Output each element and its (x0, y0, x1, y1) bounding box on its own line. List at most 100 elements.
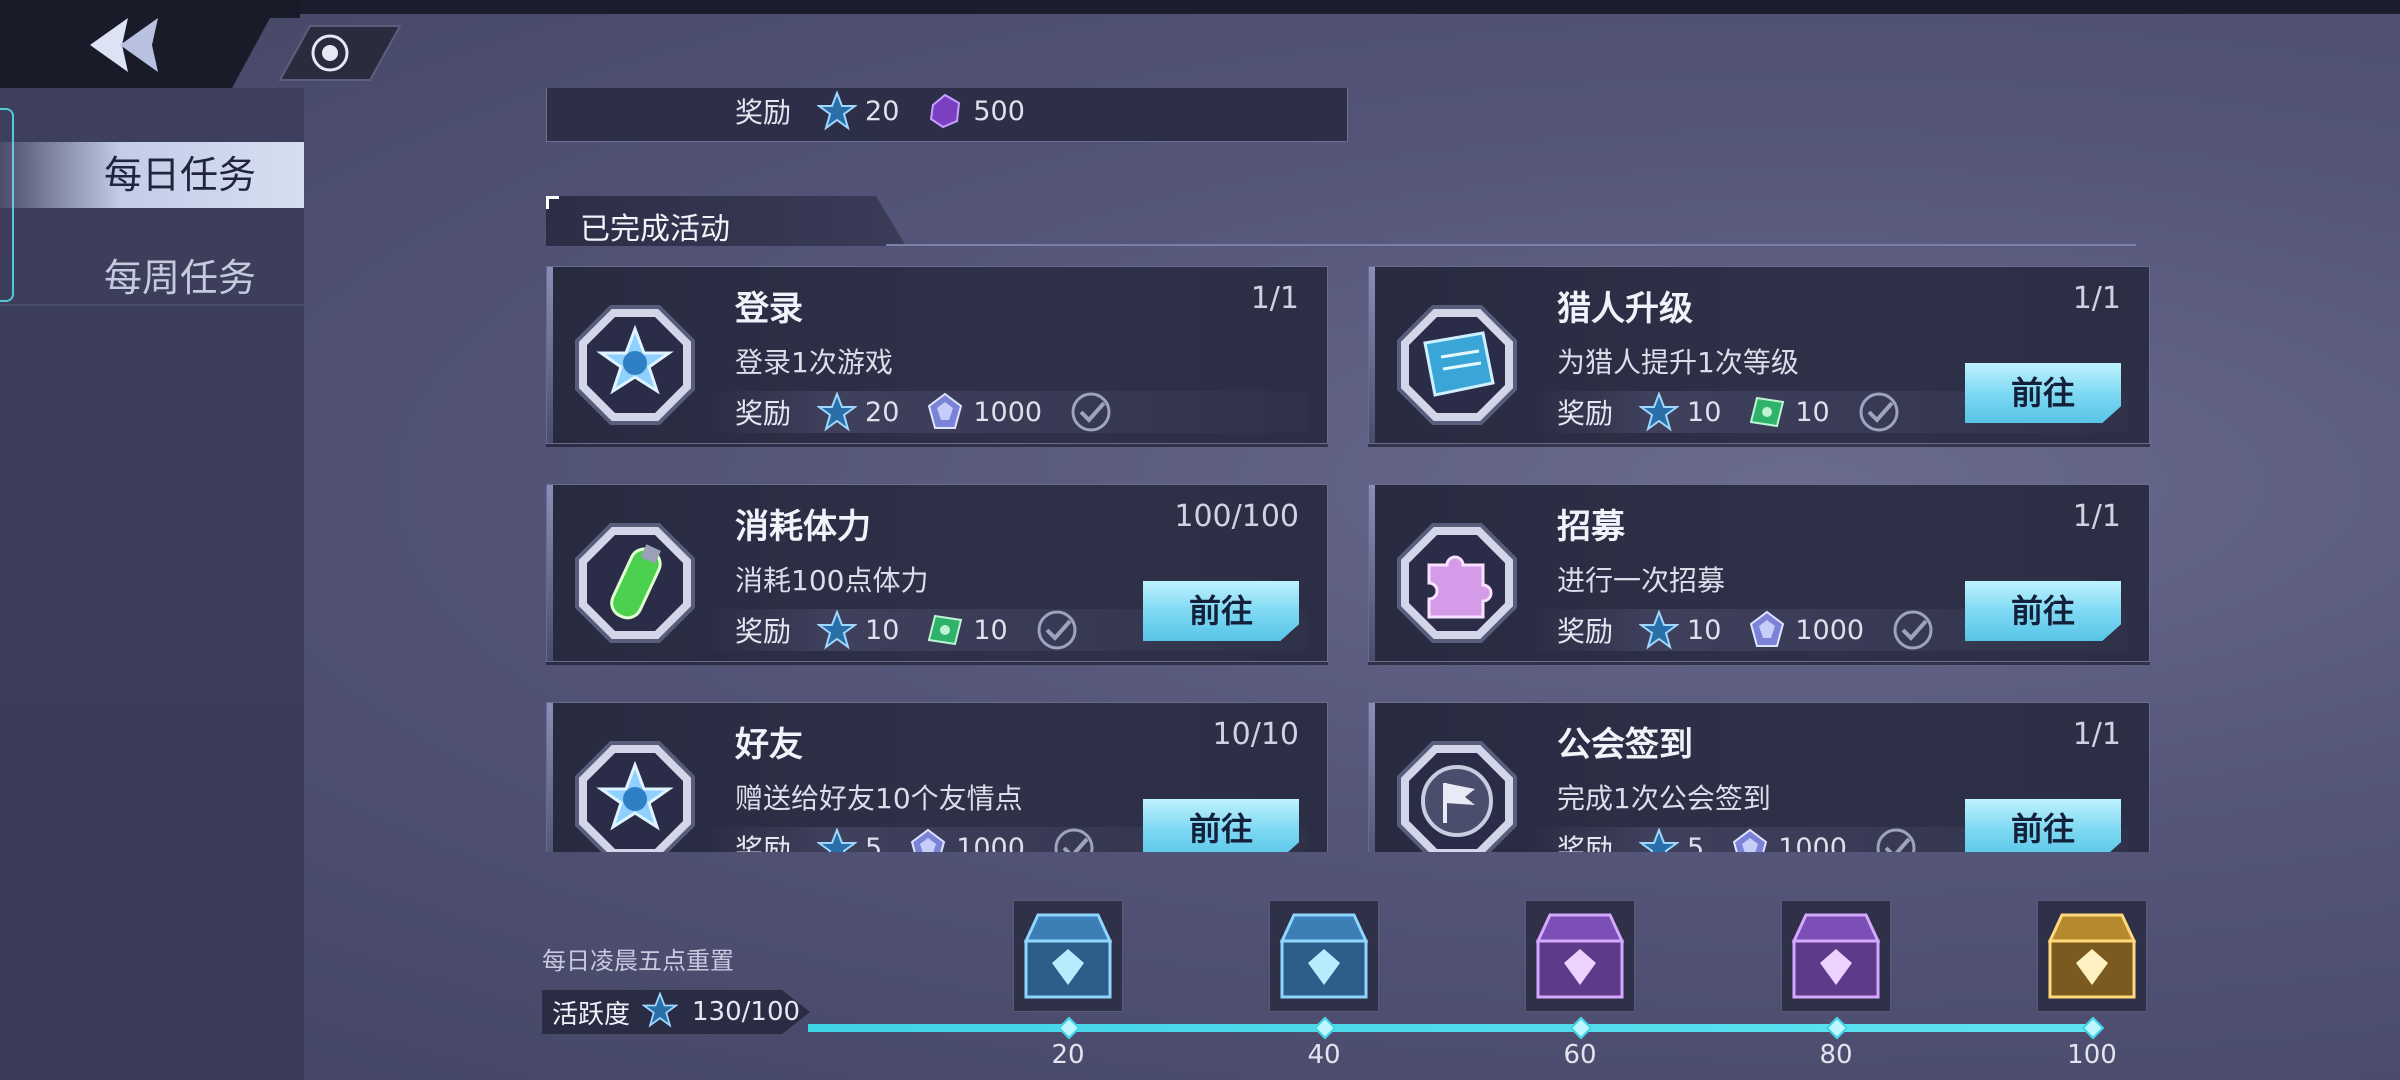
green-ticket-icon (925, 610, 965, 650)
milestone-marker (1057, 1016, 1081, 1040)
milestone-label: 20 (1051, 1040, 1085, 1070)
go-button[interactable]: 前往 (1965, 363, 2121, 423)
sidebar (0, 88, 304, 1080)
reward-label: 奖励 (1557, 833, 1614, 852)
go-button[interactable]: 前往 (1143, 581, 1299, 641)
reward-value: 1000 (1795, 614, 1865, 646)
reward-value: 10 (973, 614, 1008, 646)
diamond-icon (908, 828, 948, 852)
check-icon (1036, 609, 1078, 651)
stamina-potion-icon (573, 521, 697, 645)
record-button[interactable] (250, 18, 410, 88)
tab-weekly-tasks[interactable]: 每周任务 (0, 245, 304, 311)
activity-star-icon (1637, 827, 1681, 852)
go-button[interactable]: 前往 (1965, 799, 2121, 852)
milestone-marker (2081, 1016, 2105, 1040)
task-progress: 10/10 (1212, 717, 1299, 752)
reset-note: 每日凌晨五点重置 (542, 947, 734, 975)
milestone-marker (1313, 1016, 1337, 1040)
diamond-icon (1730, 828, 1770, 852)
task-card-friend: 好友 10/10 赠送给好友10个友情点 奖励 5 1000 前往 (546, 702, 1328, 852)
reward-value: 10 (1687, 614, 1722, 646)
milestone-chest-100[interactable]: 100 (2037, 900, 2147, 1070)
reward-value: 1000 (973, 396, 1043, 428)
chest-icon (1269, 900, 1379, 1012)
reward-value: 500 (973, 95, 1025, 127)
reward-label: 奖励 (735, 833, 792, 852)
chest-icon (2037, 900, 2147, 1012)
double-chevron-left-icon (90, 18, 158, 72)
task-title: 好友 (735, 725, 803, 765)
reward-label: 奖励 (735, 615, 792, 648)
milestone-marker (1569, 1016, 1593, 1040)
task-progress: 1/1 (2072, 281, 2121, 316)
milestone-label: 40 (1307, 1040, 1341, 1070)
check-icon (1053, 827, 1095, 852)
diamond-icon (925, 392, 965, 432)
activity-star-icon (1637, 609, 1681, 650)
recruit-puzzle-icon (1395, 521, 1519, 645)
chest-icon (1525, 900, 1635, 1012)
reward-value: 10 (1795, 396, 1830, 428)
task-description: 登录1次游戏 (735, 346, 893, 379)
task-description: 赠送给好友10个友情点 (735, 782, 1023, 815)
milestone-label: 80 (1819, 1040, 1853, 1070)
task-card-hunter-upgrade: 猎人升级 1/1 为猎人提升1次等级 奖励 10 10 前往 (1368, 266, 2150, 444)
activity-star-icon (815, 827, 859, 852)
reward-label: 奖励 (735, 96, 792, 129)
back-button[interactable] (80, 10, 180, 80)
go-button[interactable]: 前往 (1143, 799, 1299, 852)
task-title: 招募 (1557, 507, 1625, 547)
reward-value: 1000 (1778, 832, 1847, 853)
task-description: 为猎人提升1次等级 (1557, 346, 1799, 379)
task-description: 进行一次招募 (1557, 564, 1726, 597)
milestone-chest-80[interactable]: 80 (1781, 900, 1891, 1070)
green-ticket-icon (1747, 392, 1787, 432)
milestone-chest-20[interactable]: 20 (1013, 900, 1123, 1070)
activity-star-icon (815, 90, 859, 131)
task-title: 猎人升级 (1557, 289, 1693, 329)
milestone-chest-40[interactable]: 40 (1269, 900, 1379, 1070)
chest-icon (1013, 900, 1123, 1012)
task-title: 公会签到 (1557, 725, 1693, 765)
task-description: 完成1次公会签到 (1557, 782, 1771, 815)
reward-value: 10 (865, 614, 900, 646)
partial-reward-row: 奖励 20 500 (547, 90, 1327, 131)
section-header: 已完成活动 (546, 196, 2166, 252)
purple-crystal-icon (925, 91, 965, 131)
reward-value: 5 (865, 832, 883, 853)
milestone-chest-60[interactable]: 60 (1525, 900, 1635, 1070)
task-title: 登录 (735, 289, 803, 329)
reward-label: 奖励 (1557, 615, 1614, 648)
task-card-login: 登录 1/1 登录1次游戏 奖励 20 1000 (546, 266, 1328, 444)
login-badge-icon (573, 303, 697, 427)
milestone-marker (1825, 1016, 1849, 1040)
activity-star-icon (815, 391, 859, 432)
reward-value: 5 (1687, 832, 1705, 853)
activity-star-icon (641, 991, 682, 1032)
task-list[interactable]: 奖励 20 500 已完成活动 登录 1/1 登录1次游戏 奖励 20 1000… (520, 88, 2280, 852)
reward-value: 20 (865, 396, 900, 428)
task-card-consume-stamina: 消耗体力 100/100 消耗100点体力 奖励 10 10 前往 (546, 484, 1328, 662)
tab-daily-tasks[interactable]: 每日任务 (0, 142, 304, 208)
task-card-recruit: 招募 1/1 进行一次招募 奖励 10 1000 前往 (1368, 484, 2150, 662)
milestone-label: 100 (2067, 1040, 2117, 1070)
reward-row: 奖励 20 1000 (707, 391, 1307, 433)
activity-value: 130/100 (692, 997, 801, 1027)
check-icon (1070, 391, 1112, 433)
go-button[interactable]: 前往 (1965, 581, 2121, 641)
task-progress: 1/1 (1250, 281, 1299, 316)
sidebar-divider (0, 304, 304, 306)
section-title: 已完成活动 (580, 212, 730, 247)
task-progress: 1/1 (2072, 717, 2121, 752)
reward-label: 奖励 (735, 397, 792, 430)
activity-star-icon (815, 609, 859, 650)
task-title: 消耗体力 (735, 507, 871, 547)
reward-value: 10 (1687, 396, 1722, 428)
check-icon (1892, 609, 1934, 651)
chest-icon (1781, 900, 1891, 1012)
partial-task-card: 奖励 20 500 (546, 88, 1348, 142)
activity-progress-fill (808, 1024, 2098, 1032)
guild-flag-icon (1395, 739, 1519, 852)
reward-label: 奖励 (1557, 397, 1614, 430)
